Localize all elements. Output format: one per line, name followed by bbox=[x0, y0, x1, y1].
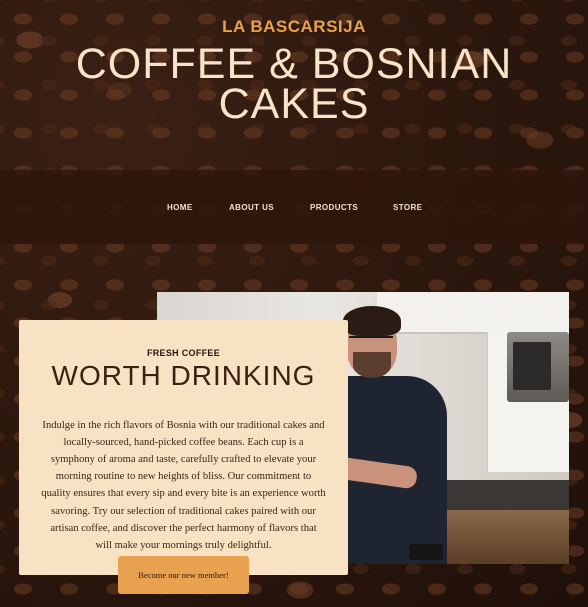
feature-kicker: FRESH COFFEE bbox=[146, 348, 221, 358]
main-navigation: HOME ABOUT US PRODUCTS STORE bbox=[0, 170, 588, 244]
become-member-button[interactable]: Become our new member! bbox=[118, 556, 249, 594]
stove bbox=[437, 480, 569, 510]
nav-item-home[interactable]: HOME bbox=[167, 203, 193, 212]
nav-item-products[interactable]: PRODUCTS bbox=[310, 203, 358, 212]
man-hair bbox=[343, 306, 401, 336]
nav-item-store[interactable]: STORE bbox=[393, 203, 422, 212]
headline-line-1: COFFEE & BOSNIAN bbox=[75, 40, 513, 88]
glasses bbox=[349, 336, 393, 348]
feature-description: Indulge in the rich flavors of Bosnia wi… bbox=[41, 419, 326, 552]
kitchen-shelf bbox=[377, 292, 569, 334]
brand-name: LA BASCARSIJA bbox=[222, 17, 366, 36]
feature-title: WORTH DRINKING bbox=[51, 360, 316, 391]
microwave bbox=[507, 332, 569, 402]
man-beard bbox=[353, 352, 391, 378]
headline-line-2: CAKES bbox=[218, 80, 370, 128]
nav-item-about-us[interactable]: ABOUT US bbox=[229, 203, 274, 212]
feature-card: FRESH COFFEE WORTH DRINKING Indulge in t… bbox=[19, 320, 348, 575]
page-headline: COFFEE & BOSNIAN CAKES bbox=[0, 40, 588, 128]
hero-banner: LA BASCARSIJA COFFEE & BOSNIAN CAKES bbox=[0, 0, 588, 170]
phone bbox=[409, 544, 443, 560]
